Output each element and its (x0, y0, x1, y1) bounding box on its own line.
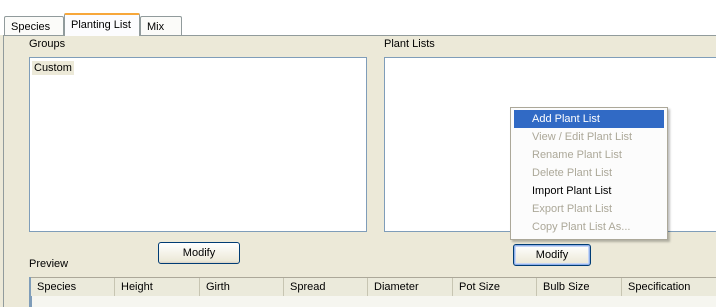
column-header-species[interactable]: Species (31, 278, 115, 297)
column-header-diameter[interactable]: Diameter (368, 278, 453, 297)
menu-item-delete-plant-list: Delete Plant List (532, 167, 613, 179)
plant-lists-label: Plant Lists (384, 38, 435, 50)
groups-label: Groups (29, 38, 66, 50)
tab-species[interactable]: Species (4, 16, 64, 35)
column-header-pot-size[interactable]: Pot Size (453, 278, 537, 297)
menu-item-view-edit-plant-list: View / Edit Plant List (532, 131, 633, 143)
column-header-specification[interactable]: Specification (622, 278, 716, 297)
column-header-bulb-size[interactable]: Bulb Size (537, 278, 622, 297)
groups-listbox[interactable]: Custom (29, 57, 367, 232)
tab-strip: Species Planting List Mix (0, 0, 716, 36)
tab-planting-list[interactable]: Planting List (64, 13, 140, 36)
groups-list-item[interactable]: Custom (32, 61, 74, 75)
preview-table-header: Species Height Girth Spread Diameter Pot… (31, 277, 716, 297)
column-header-height[interactable]: Height (115, 278, 200, 297)
planting-list-panel: Species Planting List Mix Groups Custom … (0, 0, 716, 307)
menu-item-copy-plant-list-as: Copy Plant List As... (532, 221, 631, 233)
preview-label: Preview (29, 258, 69, 270)
groups-modify-button[interactable]: Modify (158, 242, 240, 264)
column-header-spread[interactable]: Spread (284, 278, 368, 297)
tab-mix[interactable]: Mix (140, 16, 182, 35)
menu-item-add-plant-list[interactable]: Add Plant List (514, 110, 664, 128)
menu-item-export-plant-list: Export Plant List (532, 203, 613, 215)
menu-item-rename-plant-list: Rename Plant List (532, 149, 622, 161)
plant-lists-modify-button[interactable]: Modify (513, 244, 591, 266)
plant-list-context-menu: Add Plant List View / Edit Plant List Re… (510, 107, 668, 240)
preview-table-body[interactable] (31, 296, 716, 307)
menu-item-import-plant-list[interactable]: Import Plant List (514, 182, 664, 200)
column-header-girth[interactable]: Girth (200, 278, 284, 297)
